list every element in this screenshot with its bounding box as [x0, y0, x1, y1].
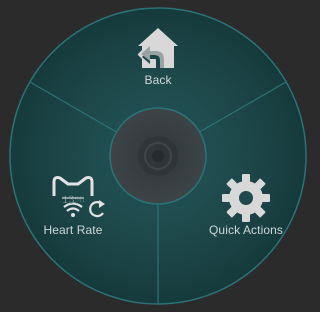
- center-hub-dot: [152, 150, 164, 162]
- heart-rate-label: Heart Rate: [43, 223, 103, 237]
- battery-percent: 13%: [62, 194, 84, 206]
- radial-menu: 13%: [9, 7, 307, 305]
- back-label: Back: [144, 73, 172, 87]
- quick-actions-label: Quick Actions: [209, 223, 283, 237]
